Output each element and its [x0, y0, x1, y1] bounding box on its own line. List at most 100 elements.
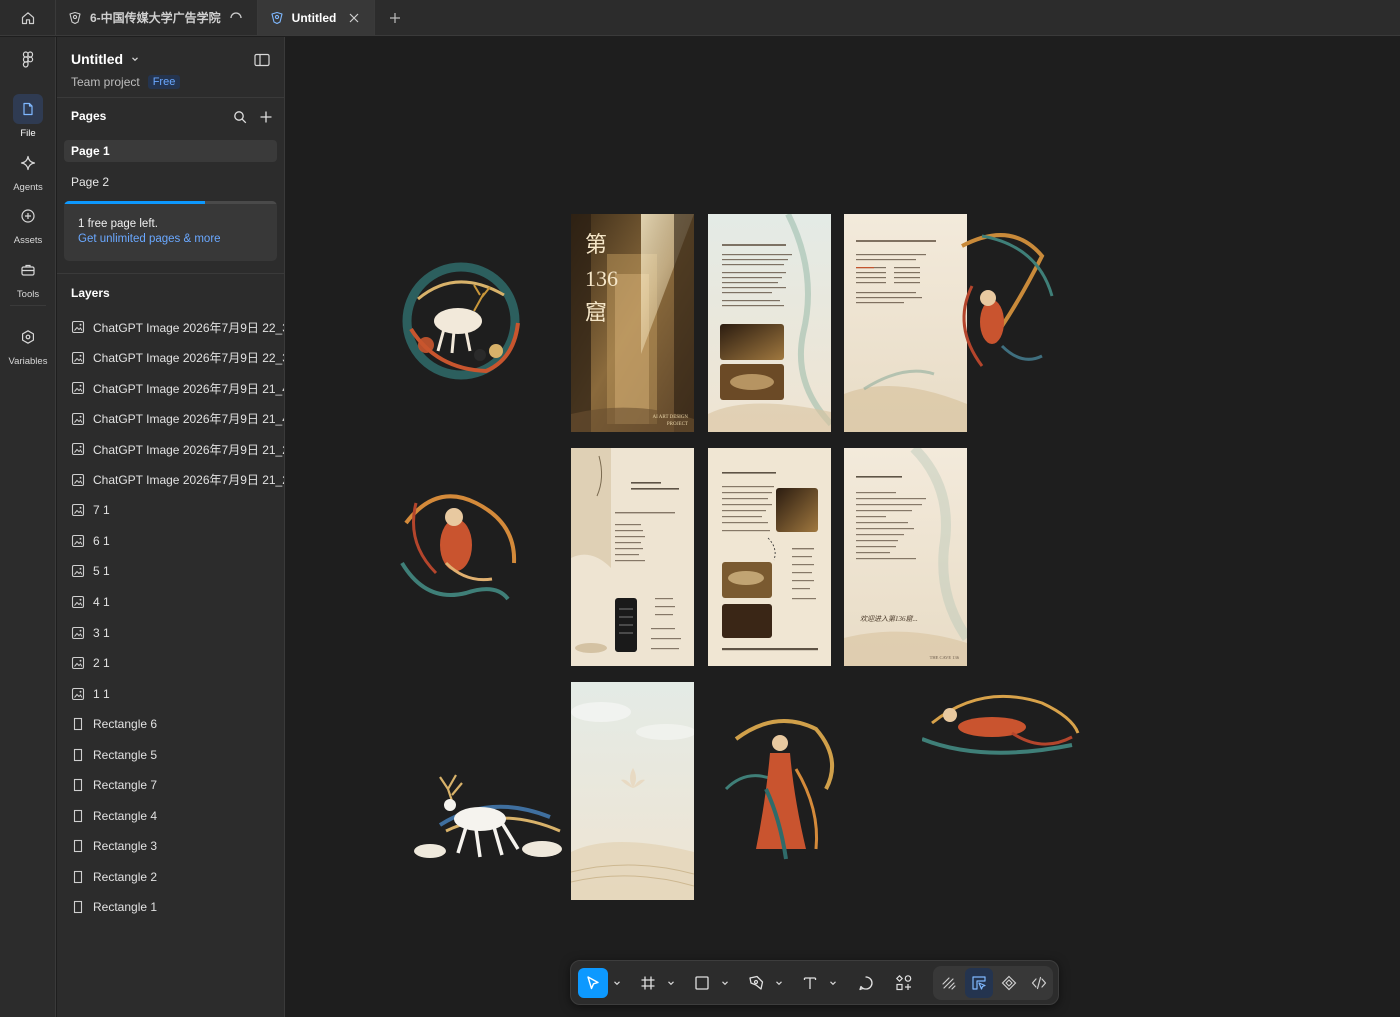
file-project-info: Team project Free — [71, 75, 181, 89]
frame-6-footer-text: 欢迎进入第136窟... — [860, 615, 918, 623]
layer-name: Rectangle 2 — [93, 869, 158, 884]
comment-bubble-icon — [859, 976, 873, 991]
layer-name: 3 1 — [93, 625, 110, 640]
layer-item[interactable]: 2 1 — [71, 652, 284, 674]
add-page-icon[interactable] — [259, 110, 273, 124]
layer-item[interactable]: Rectangle 1 — [71, 896, 284, 918]
rail-item-assets[interactable]: Assets — [0, 201, 56, 246]
cover-footer: AI ART DESIGN PROJECT — [652, 415, 688, 427]
rectangle-layer-icon — [73, 870, 83, 883]
chevron-down-icon[interactable] — [613, 979, 621, 987]
rail-label-agents: Agents — [13, 182, 43, 193]
layer-item[interactable]: ChatGPT Image 2026年7月9日 22_38_ — [71, 316, 284, 338]
rail-item-file[interactable]: File — [0, 94, 56, 139]
layer-name: Rectangle 3 — [93, 839, 158, 854]
rectangle-layer-icon — [73, 718, 83, 731]
frame-page-5[interactable] — [708, 448, 831, 666]
frame-cover[interactable]: 第 136 窟 AI ART DESIGN PROJECT — [571, 214, 694, 432]
frame-6-corner-text: THE CAVE 136 — [929, 655, 959, 660]
draw-mode[interactable] — [935, 968, 963, 998]
tab-cuc-file[interactable]: 6-中国传媒大学广告学院 — [56, 0, 258, 35]
layer-item[interactable]: 1 1 — [71, 683, 284, 705]
layer-name: Rectangle 4 — [93, 808, 158, 823]
image-layer-icon — [71, 595, 85, 608]
sticker-apsara-4[interactable] — [922, 683, 1082, 767]
sticker-white-deer[interactable] — [410, 765, 566, 869]
chevron-down-icon[interactable] — [829, 979, 837, 987]
component-mode[interactable] — [995, 968, 1023, 998]
rail-item-tools[interactable]: Tools — [0, 255, 56, 300]
page-4-artwork — [571, 448, 694, 666]
layer-item[interactable]: 4 1 — [71, 591, 284, 613]
image-layer-icon — [71, 412, 85, 425]
layer-item[interactable]: 6 1 — [71, 530, 284, 552]
plus-icon — [390, 12, 401, 23]
dev-mode[interactable] — [1025, 968, 1053, 998]
text-tool[interactable] — [795, 968, 825, 998]
file-icon — [23, 102, 33, 116]
page-item[interactable]: Page 1 — [64, 140, 277, 162]
frame-tool[interactable] — [633, 968, 663, 998]
actions-tool[interactable] — [889, 968, 919, 998]
layer-item[interactable]: Rectangle 2 — [71, 866, 284, 888]
tab-untitled[interactable]: Untitled — [257, 0, 376, 35]
figma-logo-icon[interactable] — [18, 50, 38, 70]
layer-name: ChatGPT Image 2026年7月9日 22_38_ — [93, 351, 284, 366]
layer-name: 7 1 — [93, 503, 110, 518]
pen-nib-icon — [749, 975, 764, 990]
sticker-deer-circle[interactable] — [396, 259, 526, 384]
rectangle-tool[interactable] — [687, 968, 717, 998]
layer-item[interactable]: ChatGPT Image 2026年7月9日 21_23_ — [71, 469, 284, 491]
frame-page-2[interactable] — [708, 214, 831, 432]
chevron-down-icon[interactable] — [775, 979, 783, 987]
sticker-apsara-3[interactable] — [716, 709, 846, 865]
rail-item-agents[interactable]: Agents — [0, 148, 56, 193]
chevron-down-icon[interactable] — [721, 979, 729, 987]
layer-name: Rectangle 6 — [93, 717, 158, 732]
frame-page-6[interactable]: 欢迎进入第136窟... THE CAVE 136 — [844, 448, 967, 666]
sticker-apsara-1[interactable] — [396, 483, 524, 607]
image-layer-icon — [71, 320, 85, 334]
design-mode-icon — [972, 976, 986, 990]
layer-item[interactable]: 3 1 — [71, 622, 284, 644]
upgrade-link[interactable]: Get unlimited pages & more — [78, 233, 221, 245]
layer-item[interactable]: Rectangle 3 — [71, 835, 284, 857]
home-button[interactable] — [0, 0, 56, 35]
layer-name: 5 1 — [93, 564, 110, 579]
sidebar-toggle-icon[interactable] — [254, 53, 270, 67]
page-item[interactable]: Page 2 — [64, 171, 277, 193]
rail-item-variables[interactable]: Variables — [0, 322, 56, 367]
layer-item[interactable]: 7 1 — [71, 499, 284, 521]
layer-item[interactable]: Rectangle 7 — [71, 774, 284, 796]
search-icon[interactable] — [233, 110, 247, 124]
frame-page-7[interactable] — [571, 682, 694, 900]
image-layer-icon — [71, 687, 85, 700]
layer-item[interactable]: Rectangle 5 — [71, 744, 284, 766]
comment-tool[interactable] — [851, 968, 881, 998]
image-layer-icon — [71, 565, 85, 578]
rail-label-assets: Assets — [13, 235, 43, 246]
layer-item[interactable]: Rectangle 4 — [71, 805, 284, 827]
bottom-toolbar — [570, 960, 1059, 1005]
pen-tool[interactable] — [741, 968, 771, 998]
cursor-arrow-icon — [587, 976, 599, 990]
close-icon[interactable] — [348, 12, 360, 24]
layer-item[interactable]: ChatGPT Image 2026年7月9日 22_38_ — [71, 347, 284, 369]
chevron-down-icon[interactable] — [667, 979, 675, 987]
move-tool[interactable] — [578, 968, 608, 998]
sticker-apsara-2[interactable] — [942, 226, 1058, 376]
mode-switcher — [933, 966, 1053, 1000]
file-title: Untitled — [71, 51, 124, 67]
new-tab-button[interactable] — [375, 0, 415, 35]
file-title-menu[interactable]: Untitled — [71, 51, 139, 67]
frame-page-4[interactable] — [571, 448, 694, 666]
layer-item[interactable]: ChatGPT Image 2026年7月9日 21_45_ — [71, 377, 284, 399]
page-6-artwork — [844, 448, 967, 666]
layer-item[interactable]: Rectangle 6 — [71, 713, 284, 735]
design-mode[interactable] — [965, 968, 993, 998]
layer-item[interactable]: ChatGPT Image 2026年7月9日 21_23_ — [71, 438, 284, 460]
design-canvas[interactable]: 第 136 窟 AI ART DESIGN PROJECT 欢迎进入第136窟.… — [286, 37, 1400, 1017]
plan-badge[interactable]: Free — [147, 75, 181, 89]
layer-item[interactable]: 5 1 — [71, 560, 284, 582]
layer-item[interactable]: ChatGPT Image 2026年7月9日 21_45_ — [71, 408, 284, 430]
